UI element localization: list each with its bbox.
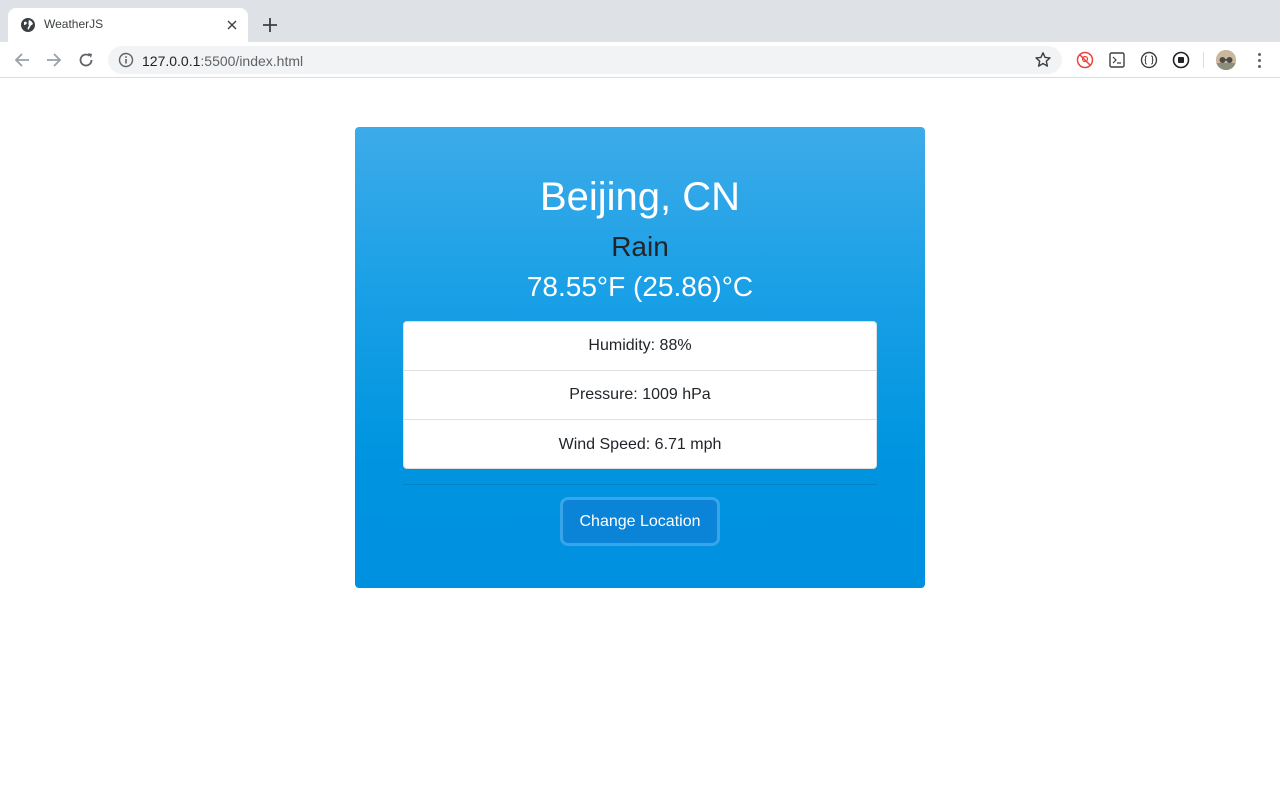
star-icon[interactable]	[1034, 51, 1052, 69]
weather-location: Beijing, CN	[539, 175, 741, 219]
extension-terminal-icon[interactable]	[1108, 51, 1126, 69]
wind-speed-item: Wind Speed: 6.71 mph	[558, 435, 722, 453]
toolbar-separator	[1203, 52, 1204, 68]
back-button[interactable]	[10, 48, 34, 72]
plus-icon	[263, 18, 277, 32]
browser-tab-weatherjs[interactable]: WeatherJS	[8, 8, 248, 42]
extension-record-icon[interactable]	[1172, 51, 1190, 69]
address-bar[interactable]: 127.0.0.1:5500/index.html	[108, 46, 1062, 74]
tab-close-icon[interactable]	[224, 17, 240, 33]
card-divider	[403, 484, 877, 485]
info-icon[interactable]	[118, 52, 134, 68]
weather-description: Rain	[611, 231, 669, 262]
browser-toolbar: 127.0.0.1:5500/index.html	[0, 42, 1280, 78]
profile-avatar[interactable]	[1216, 50, 1236, 70]
browser-tabstrip: WeatherJS	[0, 0, 1280, 42]
extension-blocker-icon[interactable]	[1076, 51, 1094, 69]
globe-icon	[21, 18, 35, 32]
reload-button[interactable]	[74, 48, 98, 72]
weather-details-list: Humidity: 88% Pressure: 1009 hPa Wind Sp…	[403, 321, 877, 469]
arrow-left-icon	[14, 53, 29, 67]
reload-icon	[79, 53, 93, 67]
arrow-right-icon	[47, 53, 62, 67]
weather-temperature: 78.55°F (25.86)°C	[526, 271, 754, 302]
new-tab-button[interactable]	[258, 13, 282, 37]
extension-braces-icon[interactable]	[1140, 51, 1158, 69]
forward-button[interactable]	[42, 48, 66, 72]
url-host: 127.0.0.1	[142, 53, 201, 69]
kebab-menu-icon[interactable]	[1250, 50, 1268, 70]
tab-title: WeatherJS	[44, 17, 104, 31]
weather-card: Beijing, CN Rain 78.55°F (25.86)°C Humid…	[355, 127, 925, 588]
pressure-item: Pressure: 1009 hPa	[404, 371, 876, 420]
humidity-item: Humidity: 88%	[404, 322, 876, 371]
change-location-button[interactable]: Change Location	[563, 500, 717, 543]
url-text[interactable]: 127.0.0.1:5500/index.html	[142, 53, 303, 69]
url-path: :5500/index.html	[200, 53, 304, 69]
avatar-icon	[1216, 50, 1236, 70]
